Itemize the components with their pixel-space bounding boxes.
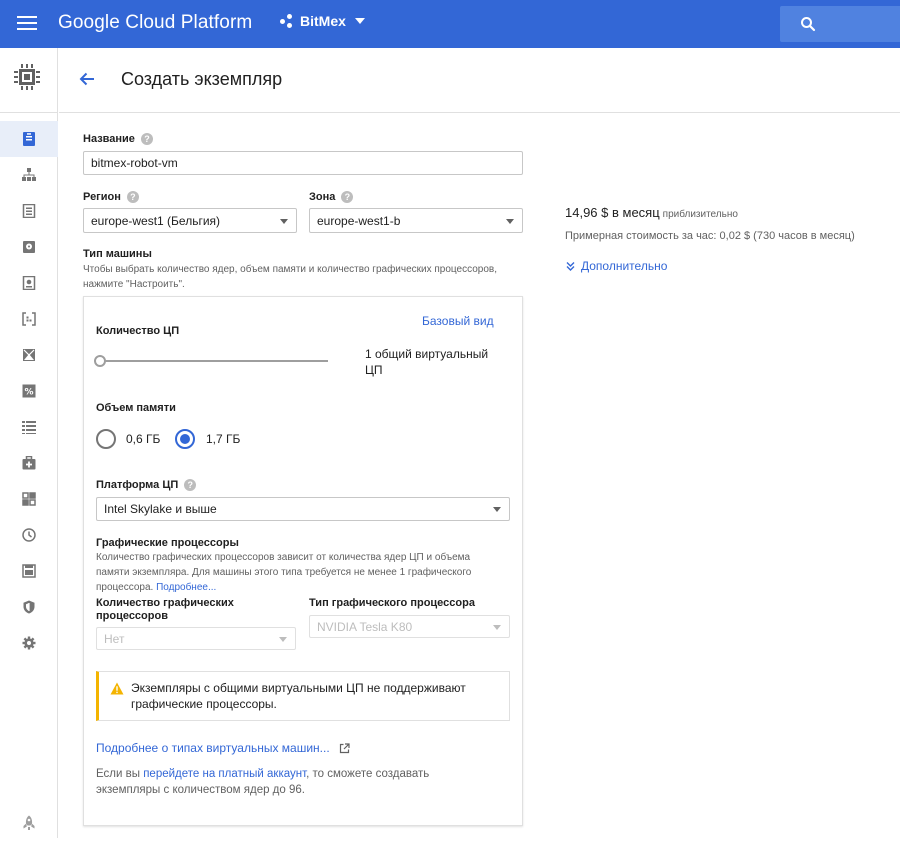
top-bar: Google Cloud Platform BitMex: [0, 0, 900, 48]
cpu-count-value: 1 общий виртуальный ЦП: [365, 347, 489, 377]
vm-instances-icon[interactable]: [0, 121, 58, 157]
caret-down-icon: [493, 507, 501, 512]
cpu-platform-label: Платформа ЦП ?: [96, 479, 197, 491]
project-name: BitMex: [300, 13, 346, 29]
expand-more-icon: [566, 261, 575, 271]
help-icon[interactable]: ?: [184, 479, 197, 491]
gpu-learn-more-link[interactable]: Подробнее...: [156, 582, 216, 593]
gpu-type-value: NVIDIA Tesla K80: [317, 619, 413, 634]
caret-down-icon: [354, 18, 365, 24]
divider: [0, 112, 58, 113]
gpu-type-label: Тип графического процессора: [309, 597, 475, 609]
pricing-details-label: Дополнительно: [581, 259, 668, 273]
zone-label: Зона ?: [309, 191, 354, 203]
metadata-icon[interactable]: [0, 409, 58, 445]
gpu-count-select: Нет: [96, 627, 296, 650]
compute-engine-icon[interactable]: [12, 62, 42, 97]
monthly-price: 14,96 $ в месяц приблизительно: [565, 205, 738, 220]
caret-down-icon: [506, 218, 514, 224]
memory-option-0-6-radio[interactable]: [96, 429, 116, 449]
warning-text: Экземпляры с общими виртуальными ЦП не п…: [131, 681, 466, 711]
zone-select[interactable]: europe-west1-b: [309, 208, 523, 233]
cpu-count-label: Количество ЦП: [96, 325, 180, 337]
external-link-icon[interactable]: [339, 742, 350, 754]
machine-types-link-row: Подробнее о типах виртуальных машин...: [96, 741, 350, 755]
zone-label-text: Зона: [309, 191, 336, 203]
memory-label: Объем памяти: [96, 402, 176, 414]
gpu-section-title: Графические процессоры: [96, 537, 239, 549]
cpu-platform-value: Intel Skylake и выше: [104, 502, 217, 516]
gpu-count-label: Количество графических процессоров: [96, 597, 234, 622]
page-title: Создать экземпляр: [121, 69, 283, 89]
help-icon[interactable]: ?: [140, 133, 153, 145]
instance-name-input[interactable]: bitmex-robot-vm: [83, 151, 523, 175]
name-label-text: Название: [83, 133, 135, 145]
gpu-hint-text: Количество графических процессоров завис…: [96, 552, 472, 593]
quotas-icon[interactable]: [0, 553, 58, 589]
divider: [59, 112, 900, 113]
caret-down-icon: [493, 624, 501, 630]
approx-label: приблизительно: [662, 209, 738, 220]
search-icon: [801, 17, 816, 32]
marketplace-icon[interactable]: [0, 805, 58, 841]
upgrade-account-link[interactable]: перейдете на платный аккаунт: [143, 768, 306, 780]
help-icon[interactable]: ?: [341, 191, 354, 203]
warning-icon: [110, 682, 124, 695]
search-input[interactable]: [780, 6, 900, 42]
help-icon[interactable]: ?: [126, 191, 139, 203]
memory-option-1-7-radio[interactable]: [175, 429, 195, 449]
machine-types-learn-more-link[interactable]: Подробнее о типах виртуальных машин...: [96, 741, 330, 755]
cpu-platform-label-text: Платформа ЦП: [96, 479, 179, 491]
snapshots-icon[interactable]: [0, 265, 58, 301]
left-nav: %: [0, 48, 58, 838]
region-select[interactable]: europe-west1 (Бельгия): [83, 208, 297, 233]
basic-view-link[interactable]: Базовый вид: [422, 314, 494, 328]
region-value: europe-west1 (Бельгия): [91, 213, 221, 228]
machine-type-label: Тип машины: [83, 248, 152, 260]
billing-upgrade-note: Если вы перейдете на платный аккаунт, то…: [96, 766, 476, 798]
app-title[interactable]: Google Cloud Platform: [58, 12, 252, 34]
monthly-price-value: 14,96 $ в месяц: [565, 205, 660, 220]
hourly-price: Примерная стоимость за час: 0,02 $ (730 …: [565, 230, 855, 242]
caret-down-icon: [279, 636, 287, 642]
svg-text:%: %: [24, 388, 33, 398]
project-icon: [280, 14, 294, 28]
settings-icon[interactable]: [0, 625, 58, 661]
cpu-slider-thumb[interactable]: [94, 355, 106, 367]
project-selector[interactable]: BitMex: [280, 13, 365, 29]
name-label: Название ?: [83, 133, 153, 145]
committed-use-icon[interactable]: %: [0, 373, 58, 409]
cpu-platform-select[interactable]: Intel Skylake и выше: [96, 497, 510, 521]
back-arrow-icon[interactable]: [78, 70, 96, 93]
health-checks-icon[interactable]: [0, 445, 58, 481]
zones-icon[interactable]: [0, 481, 58, 517]
machine-type-hint: Чтобы выбрать количество ядер, объем пам…: [83, 264, 497, 290]
tpus-icon[interactable]: [0, 337, 58, 373]
operations-icon[interactable]: [0, 517, 58, 553]
cpu-slider-track[interactable]: [100, 360, 328, 362]
zone-value: europe-west1-b: [317, 213, 401, 228]
memory-option-label[interactable]: 0,6 ГБ: [126, 432, 160, 446]
pricing-details-toggle[interactable]: Дополнительно: [565, 259, 667, 273]
region-label: Регион ?: [83, 191, 139, 203]
gpu-hint: Количество графических процессоров завис…: [96, 550, 496, 595]
region-label-text: Регион: [83, 191, 121, 203]
security-scans-icon[interactable]: [0, 589, 58, 625]
billing-note-pre: Если вы: [96, 768, 144, 780]
images-icon[interactable]: [0, 301, 58, 337]
gpu-warning-banner: Экземпляры с общими виртуальными ЦП не п…: [96, 671, 510, 721]
instance-groups-icon[interactable]: [0, 157, 58, 193]
instance-templates-icon[interactable]: [0, 193, 58, 229]
disks-icon[interactable]: [0, 229, 58, 265]
gpu-type-select: NVIDIA Tesla K80: [309, 615, 510, 638]
gpu-count-value: Нет: [104, 631, 125, 646]
memory-option-label[interactable]: 1,7 ГБ: [206, 432, 240, 446]
menu-icon[interactable]: [17, 16, 37, 30]
caret-down-icon: [280, 218, 288, 224]
